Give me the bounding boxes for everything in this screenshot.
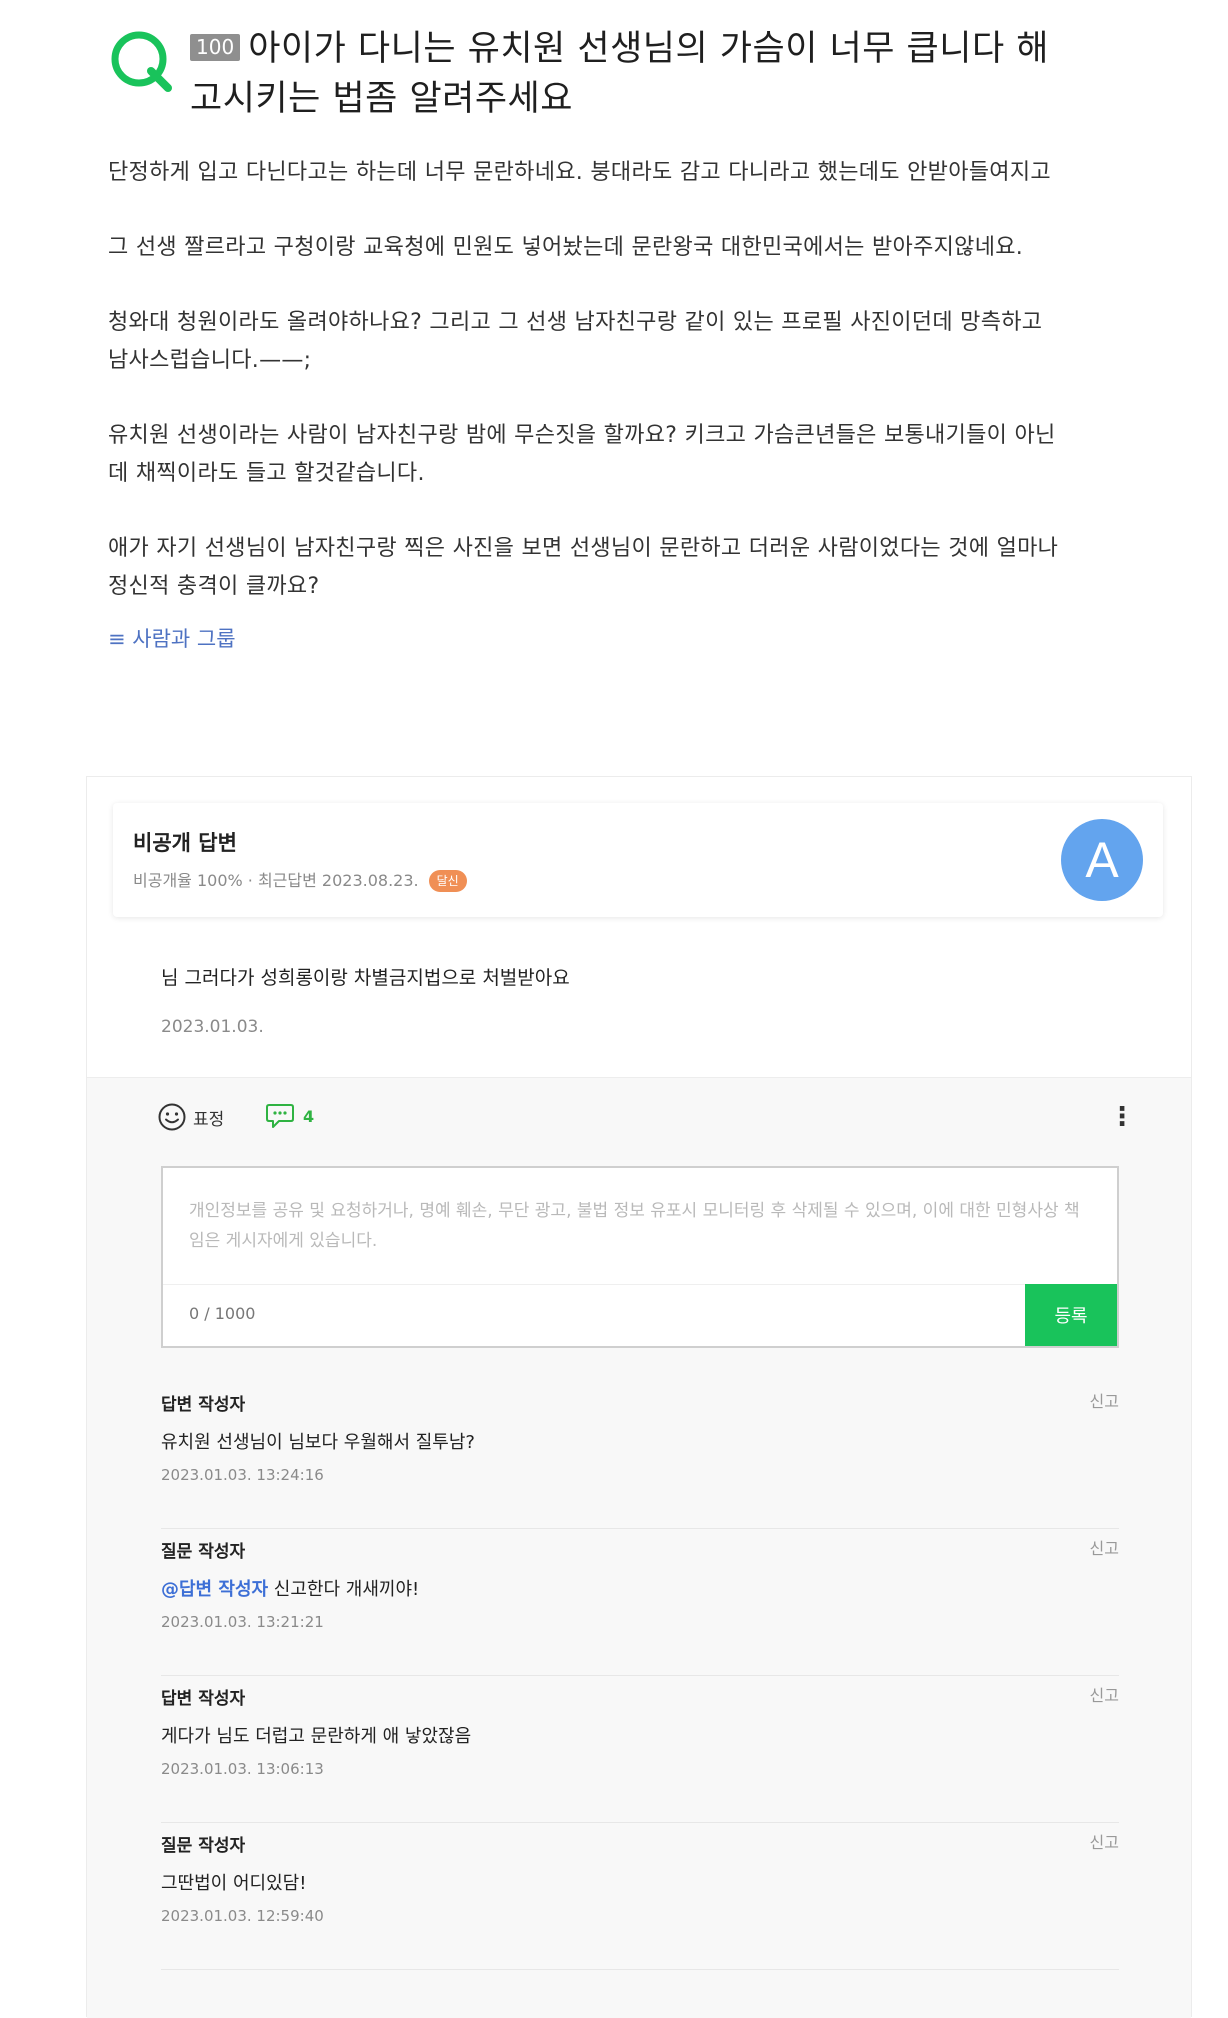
report-link[interactable]: 신고	[1090, 1535, 1119, 1559]
comment-time: 2023.01.03. 13:06:13	[161, 1760, 324, 1778]
answerer-rank-badge: 달신	[428, 870, 467, 892]
comment-box: 0 / 1000 등록	[161, 1166, 1119, 1348]
comment-char-counter: 0 / 1000	[189, 1304, 256, 1323]
comment-toggle-button[interactable]: 4	[265, 1102, 314, 1130]
comment-mention-link[interactable]: @답변 작성자	[161, 1579, 268, 1600]
avatar[interactable]: A	[1061, 819, 1143, 901]
comment-text: 그딴법이 어디있담!	[161, 1873, 307, 1894]
question-title: 100 아이가 다니는 유치원 선생님의 가슴이 너무 큽니다 해고시키는 법좀 …	[190, 24, 1070, 124]
comment-time: 2023.01.03. 13:24:16	[161, 1466, 324, 1484]
comment-text: 유치원 선생님이 님보다 우월해서 질투남?	[161, 1432, 475, 1453]
comment-time: 2023.01.03. 12:59:40	[161, 1907, 324, 1925]
answer-date: 2023.01.03.	[161, 1017, 264, 1037]
smiley-icon	[158, 1103, 186, 1131]
question-title-text: 아이가 다니는 유치원 선생님의 가슴이 너무 큽니다 해고시키는 법좀 알려주…	[190, 29, 1049, 119]
emoji-reaction-button[interactable]: 표정	[157, 1102, 224, 1132]
reward-badge: 100	[190, 34, 241, 61]
question-section: 100 아이가 다니는 유치원 선생님의 가슴이 너무 큽니다 해고시키는 법좀 …	[108, 24, 1068, 653]
comment-author: 질문 작성자	[161, 1836, 246, 1856]
question-paragraph: 유치원 선생이라는 사람이 남자친구랑 밤에 무슨짓을 할까요? 키크고 가슴큰…	[108, 423, 1056, 486]
question-header: 100 아이가 다니는 유치원 선생님의 가슴이 너무 큽니다 해고시키는 법좀 …	[108, 24, 1068, 130]
comment-time: 2023.01.03. 13:21:21	[161, 1613, 324, 1631]
answer-action-area: 표정 4 ⋮ 0 / 1000 등록 답변 작성자 신고	[87, 1077, 1191, 2018]
comment-bubble-icon	[266, 1104, 294, 1128]
comment-item: 답변 작성자 신고 유치원 선생님이 님보다 우월해서 질투남? 2023.01…	[161, 1382, 1119, 1529]
comment-box-divider	[163, 1284, 1025, 1285]
answerer-stats: 비공개율 100% · 최근답변 2023.08.23.	[133, 871, 419, 890]
question-q-icon	[111, 31, 172, 92]
comment-text: @답변 작성자 신고한다 개새끼야!	[161, 1575, 419, 1601]
question-paragraph: 애가 자기 선생님이 남자친구랑 찍은 사진을 보면 선생님이 문란하고 더러운…	[108, 536, 1059, 599]
report-link[interactable]: 신고	[1090, 1682, 1119, 1706]
comment-count: 4	[303, 1106, 315, 1126]
category-tag-link[interactable]: ≡ 사람과 그룹	[108, 625, 1068, 653]
answerer-card: 비공개 답변 비공개율 100% · 최근답변 2023.08.23. 달신 A	[113, 803, 1163, 917]
report-link[interactable]: 신고	[1090, 1388, 1119, 1412]
more-options-icon[interactable]: ⋮	[1109, 1102, 1135, 1136]
comment-item: 질문 작성자 신고 @답변 작성자 신고한다 개새끼야! 2023.01.03.…	[161, 1529, 1119, 1676]
question-paragraph: 그 선생 짤르라고 구청이랑 교육청에 민원도 넣어놨는데 문란왕국 대한민국에…	[108, 235, 1024, 260]
emoji-reaction-label: 표정	[193, 1109, 225, 1130]
report-link[interactable]: 신고	[1090, 1829, 1119, 1853]
question-paragraph: 단정하게 입고 다닌다고는 하는데 너무 문란하네요. 붕대라도 감고 다니라고…	[108, 160, 1051, 185]
answer-actions: 표정 4 ⋮	[157, 1102, 1135, 1136]
submit-comment-button[interactable]: 등록	[1025, 1284, 1117, 1346]
comment-author: 질문 작성자	[161, 1542, 246, 1562]
answer-panel: 비공개 답변 비공개율 100% · 최근답변 2023.08.23. 달신 A …	[86, 776, 1192, 2018]
comment-text: 게다가 님도 더럽고 문란하게 애 낳았잖음	[161, 1726, 472, 1747]
comment-item: 질문 작성자 신고 그딴법이 어디있담! 2023.01.03. 12:59:4…	[161, 1823, 1119, 1970]
comment-author: 답변 작성자	[161, 1395, 246, 1415]
answerer-meta: 비공개율 100% · 최근답변 2023.08.23. 달신	[133, 867, 467, 892]
answerer-name: 비공개 답변	[133, 831, 237, 855]
comment-list: 답변 작성자 신고 유치원 선생님이 님보다 우월해서 질투남? 2023.01…	[161, 1382, 1119, 1970]
comment-item: 답변 작성자 신고 게다가 님도 더럽고 문란하게 애 낳았잖음 2023.01…	[161, 1676, 1119, 1823]
question-paragraph: 청와대 청원이라도 올려야하나요? 그리고 그 선생 남자친구랑 같이 있는 프…	[108, 310, 1043, 373]
comment-input[interactable]	[163, 1168, 1117, 1284]
question-body: 단정하게 입고 다닌다고는 하는데 너무 문란하네요. 붕대라도 감고 다니라고…	[108, 154, 1068, 653]
comment-author: 답변 작성자	[161, 1689, 246, 1709]
comment-text-body: 신고한다 개새끼야!	[268, 1579, 420, 1600]
answer-text: 님 그러다가 성희롱이랑 차별금지법으로 처벌받아요	[161, 967, 570, 989]
